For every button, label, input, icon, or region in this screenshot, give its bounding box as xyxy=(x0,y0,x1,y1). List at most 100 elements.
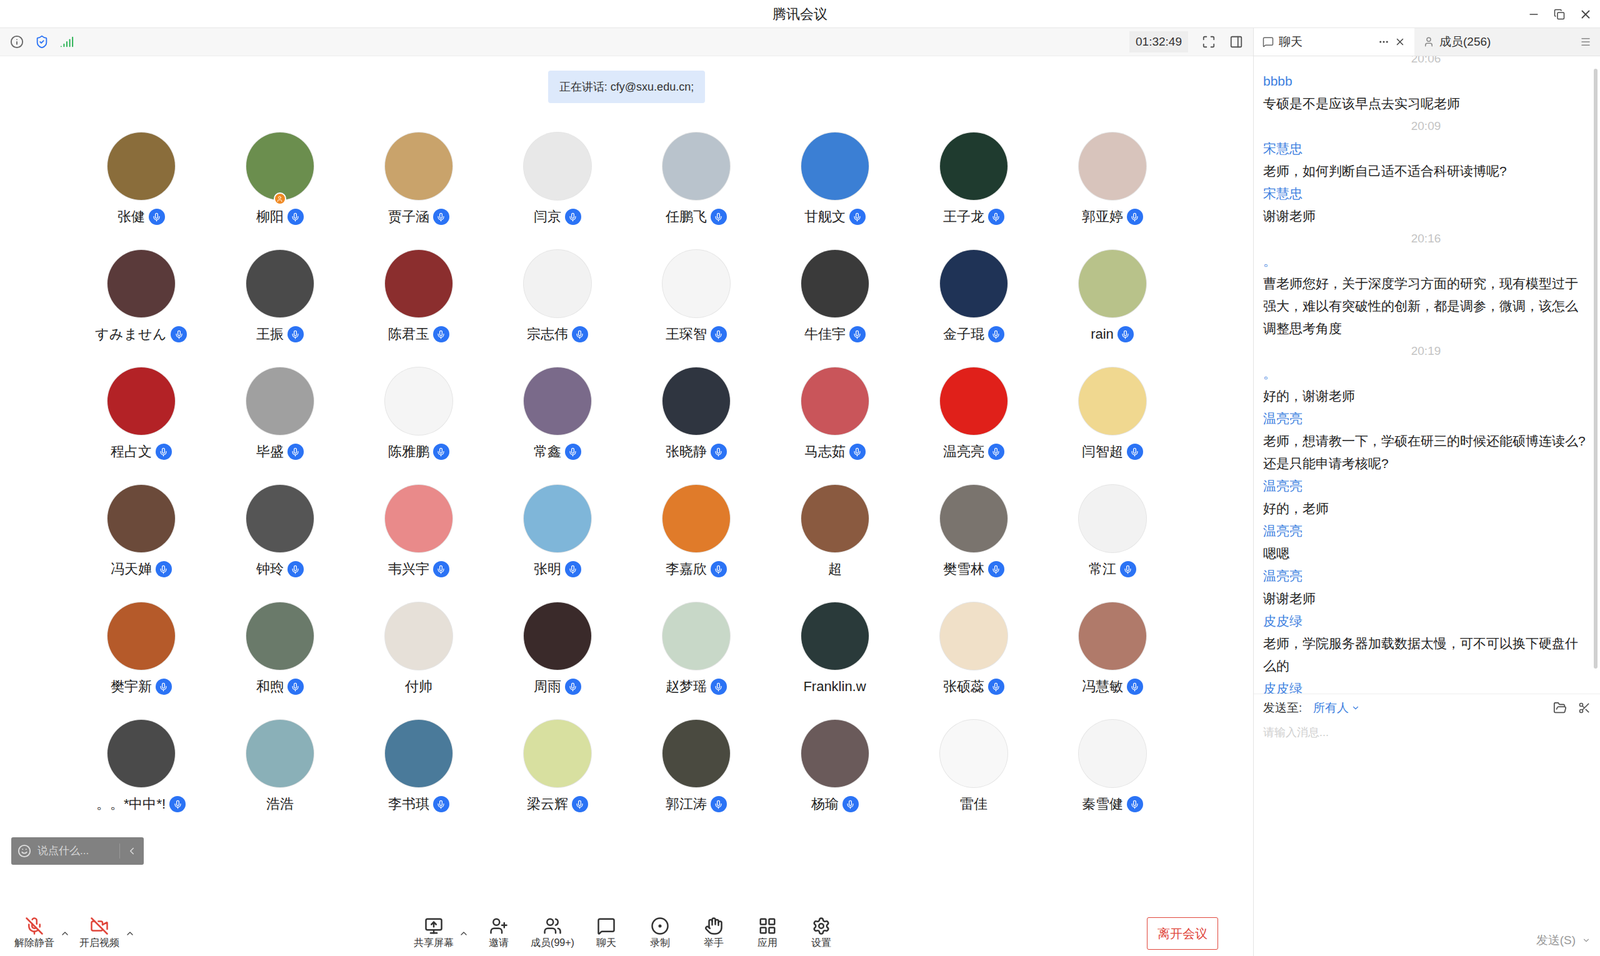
toolbar-button[interactable]: 举手 xyxy=(690,916,738,951)
participant-tile[interactable]: rain xyxy=(1043,250,1182,368)
participant-tile[interactable]: 柳阳 xyxy=(210,132,350,250)
chat-input[interactable]: 请输入消息... xyxy=(1263,721,1591,929)
chat-scrollbar[interactable] xyxy=(1593,68,1598,669)
participant-name: 付帅 xyxy=(405,677,433,697)
caret-icon[interactable] xyxy=(125,928,135,939)
participant-tile[interactable]: 秦雪健 xyxy=(1043,720,1182,838)
more-icon[interactable] xyxy=(1378,36,1390,48)
leave-meeting-button[interactable]: 离开会议 xyxy=(1146,917,1219,950)
close-tab-icon[interactable] xyxy=(1394,36,1406,48)
participant-tile[interactable]: 温亮亮 xyxy=(904,367,1044,485)
participant-name: 郭亚婷 xyxy=(1081,207,1124,227)
toolbar-button[interactable]: 设置 xyxy=(797,916,845,951)
menu-icon[interactable] xyxy=(1580,36,1592,48)
participant-tile[interactable]: すみません xyxy=(71,250,211,368)
mic-icon xyxy=(287,326,304,343)
participant-tile[interactable]: 。。*中中*! xyxy=(71,720,211,838)
participant-tile[interactable]: 付帅 xyxy=(349,602,489,720)
participant-tile[interactable]: 雷佳 xyxy=(904,720,1044,838)
participant-tile[interactable]: 冯天婵 xyxy=(71,485,211,603)
participant-tile[interactable]: 张健 xyxy=(71,132,211,250)
participant-tile[interactable]: 王振 xyxy=(210,250,350,368)
participant-tile[interactable]: 樊雪林 xyxy=(904,485,1044,603)
toolbar-button[interactable]: 共享屏幕 xyxy=(410,916,458,951)
toolbar-button[interactable]: 邀请 xyxy=(475,916,523,951)
mic-icon xyxy=(849,326,866,343)
chat-sender[interactable]: 。 xyxy=(1263,362,1589,385)
chat-sender[interactable]: 皮皮绿 xyxy=(1263,610,1589,633)
participant-tile[interactable]: 赵梦瑶 xyxy=(626,602,766,720)
chat-sender[interactable]: 皮皮绿 xyxy=(1263,677,1589,694)
chat-sender[interactable]: 温亮亮 xyxy=(1263,475,1589,498)
participant-tile[interactable]: Franklin.w xyxy=(765,602,905,720)
sidebar-toggle-icon[interactable] xyxy=(1229,35,1244,49)
participant-tile[interactable]: 陈君玉 xyxy=(349,250,489,368)
participant-tile[interactable]: 毕盛 xyxy=(210,367,350,485)
participant-tile[interactable]: 甘舰文 xyxy=(765,132,905,250)
participant-tile[interactable]: 和煦 xyxy=(210,602,350,720)
info-icon[interactable] xyxy=(10,35,24,49)
participant-tile[interactable]: 马志茹 xyxy=(765,367,905,485)
participant-tile[interactable]: 张晓静 xyxy=(626,367,766,485)
send-options-icon[interactable] xyxy=(1581,936,1591,945)
toolbar-button[interactable]: 录制 xyxy=(636,916,684,951)
participant-tile[interactable]: 任鹏飞 xyxy=(626,132,766,250)
participant-tile[interactable]: 贾子涵 xyxy=(349,132,489,250)
chat-sender[interactable]: 温亮亮 xyxy=(1263,520,1589,543)
participant-tile[interactable]: 超 xyxy=(765,485,905,603)
participant-tile[interactable]: 牛佳宇 xyxy=(765,250,905,368)
send-to-select[interactable]: 所有人 xyxy=(1313,699,1360,718)
chat-sender[interactable]: 温亮亮 xyxy=(1263,565,1589,588)
quick-comment[interactable]: 说点什么... xyxy=(11,837,144,865)
close-icon[interactable] xyxy=(1578,7,1593,22)
screenshot-icon[interactable] xyxy=(1578,701,1591,715)
participant-tile[interactable]: 王子龙 xyxy=(904,132,1044,250)
send-button[interactable]: 发送(S) xyxy=(1536,931,1576,950)
caret-icon[interactable] xyxy=(458,928,469,939)
collapse-icon[interactable] xyxy=(126,845,138,857)
participant-tile[interactable]: 常江 xyxy=(1043,485,1182,603)
side-tab[interactable]: 聊天 xyxy=(1253,28,1415,56)
participant-tile[interactable]: 郭亚婷 xyxy=(1043,132,1182,250)
chat-sender[interactable]: 宋慧忠 xyxy=(1263,137,1589,160)
chat-sender[interactable]: 宋慧忠 xyxy=(1263,182,1589,205)
minimize-icon[interactable] xyxy=(1527,8,1540,21)
fullscreen-icon[interactable] xyxy=(1201,35,1216,49)
toolbar-button[interactable]: 成员(99+) xyxy=(528,916,577,951)
participant-tile[interactable]: 张明 xyxy=(488,485,627,603)
participant-tile[interactable]: 程占文 xyxy=(71,367,211,485)
restore-icon[interactable] xyxy=(1553,8,1565,20)
participant-tile[interactable]: 樊宇新 xyxy=(71,602,211,720)
participant-tile[interactable]: 陈雅鹏 xyxy=(349,367,489,485)
participant-tile[interactable]: 杨瑜 xyxy=(765,720,905,838)
participant-tile[interactable]: 周雨 xyxy=(488,602,627,720)
participant-tile[interactable]: 宗志伟 xyxy=(488,250,627,368)
chat-sender[interactable]: 温亮亮 xyxy=(1263,407,1589,430)
chat-sender[interactable]: 。 xyxy=(1263,250,1589,273)
participant-tile[interactable]: 钟玲 xyxy=(210,485,350,603)
toolbar-button[interactable]: 聊天 xyxy=(582,916,630,951)
signal-icon[interactable] xyxy=(60,35,74,49)
caret-icon[interactable] xyxy=(60,928,70,939)
participant-tile[interactable]: 王琛智 xyxy=(626,250,766,368)
participant-tile[interactable]: 李书琪 xyxy=(349,720,489,838)
participant-tile[interactable]: 冯慧敏 xyxy=(1043,602,1182,720)
emoji-icon[interactable] xyxy=(17,844,32,859)
file-icon[interactable] xyxy=(1553,701,1567,715)
participant-tile[interactable]: 韦兴宇 xyxy=(349,485,489,603)
toolbar-button[interactable]: 解除静音 xyxy=(10,916,59,951)
shield-icon[interactable] xyxy=(35,35,49,49)
participant-tile[interactable]: 闫京 xyxy=(488,132,627,250)
participant-tile[interactable]: 闫智超 xyxy=(1043,367,1182,485)
chat-sender[interactable]: bbbb xyxy=(1263,70,1589,93)
participant-tile[interactable]: 张硕蕊 xyxy=(904,602,1044,720)
toolbar-button[interactable]: 应用 xyxy=(743,916,792,951)
participant-tile[interactable]: 常鑫 xyxy=(488,367,627,485)
participant-tile[interactable]: 金子琨 xyxy=(904,250,1044,368)
toolbar-button[interactable]: 开启视频 xyxy=(75,916,124,951)
participant-tile[interactable]: 梁云辉 xyxy=(488,720,627,838)
participant-tile[interactable]: 浩浩 xyxy=(210,720,350,838)
participant-tile[interactable]: 李嘉欣 xyxy=(626,485,766,603)
participant-tile[interactable]: 郭江涛 xyxy=(626,720,766,838)
side-tab[interactable]: 成员(256) xyxy=(1414,28,1600,56)
